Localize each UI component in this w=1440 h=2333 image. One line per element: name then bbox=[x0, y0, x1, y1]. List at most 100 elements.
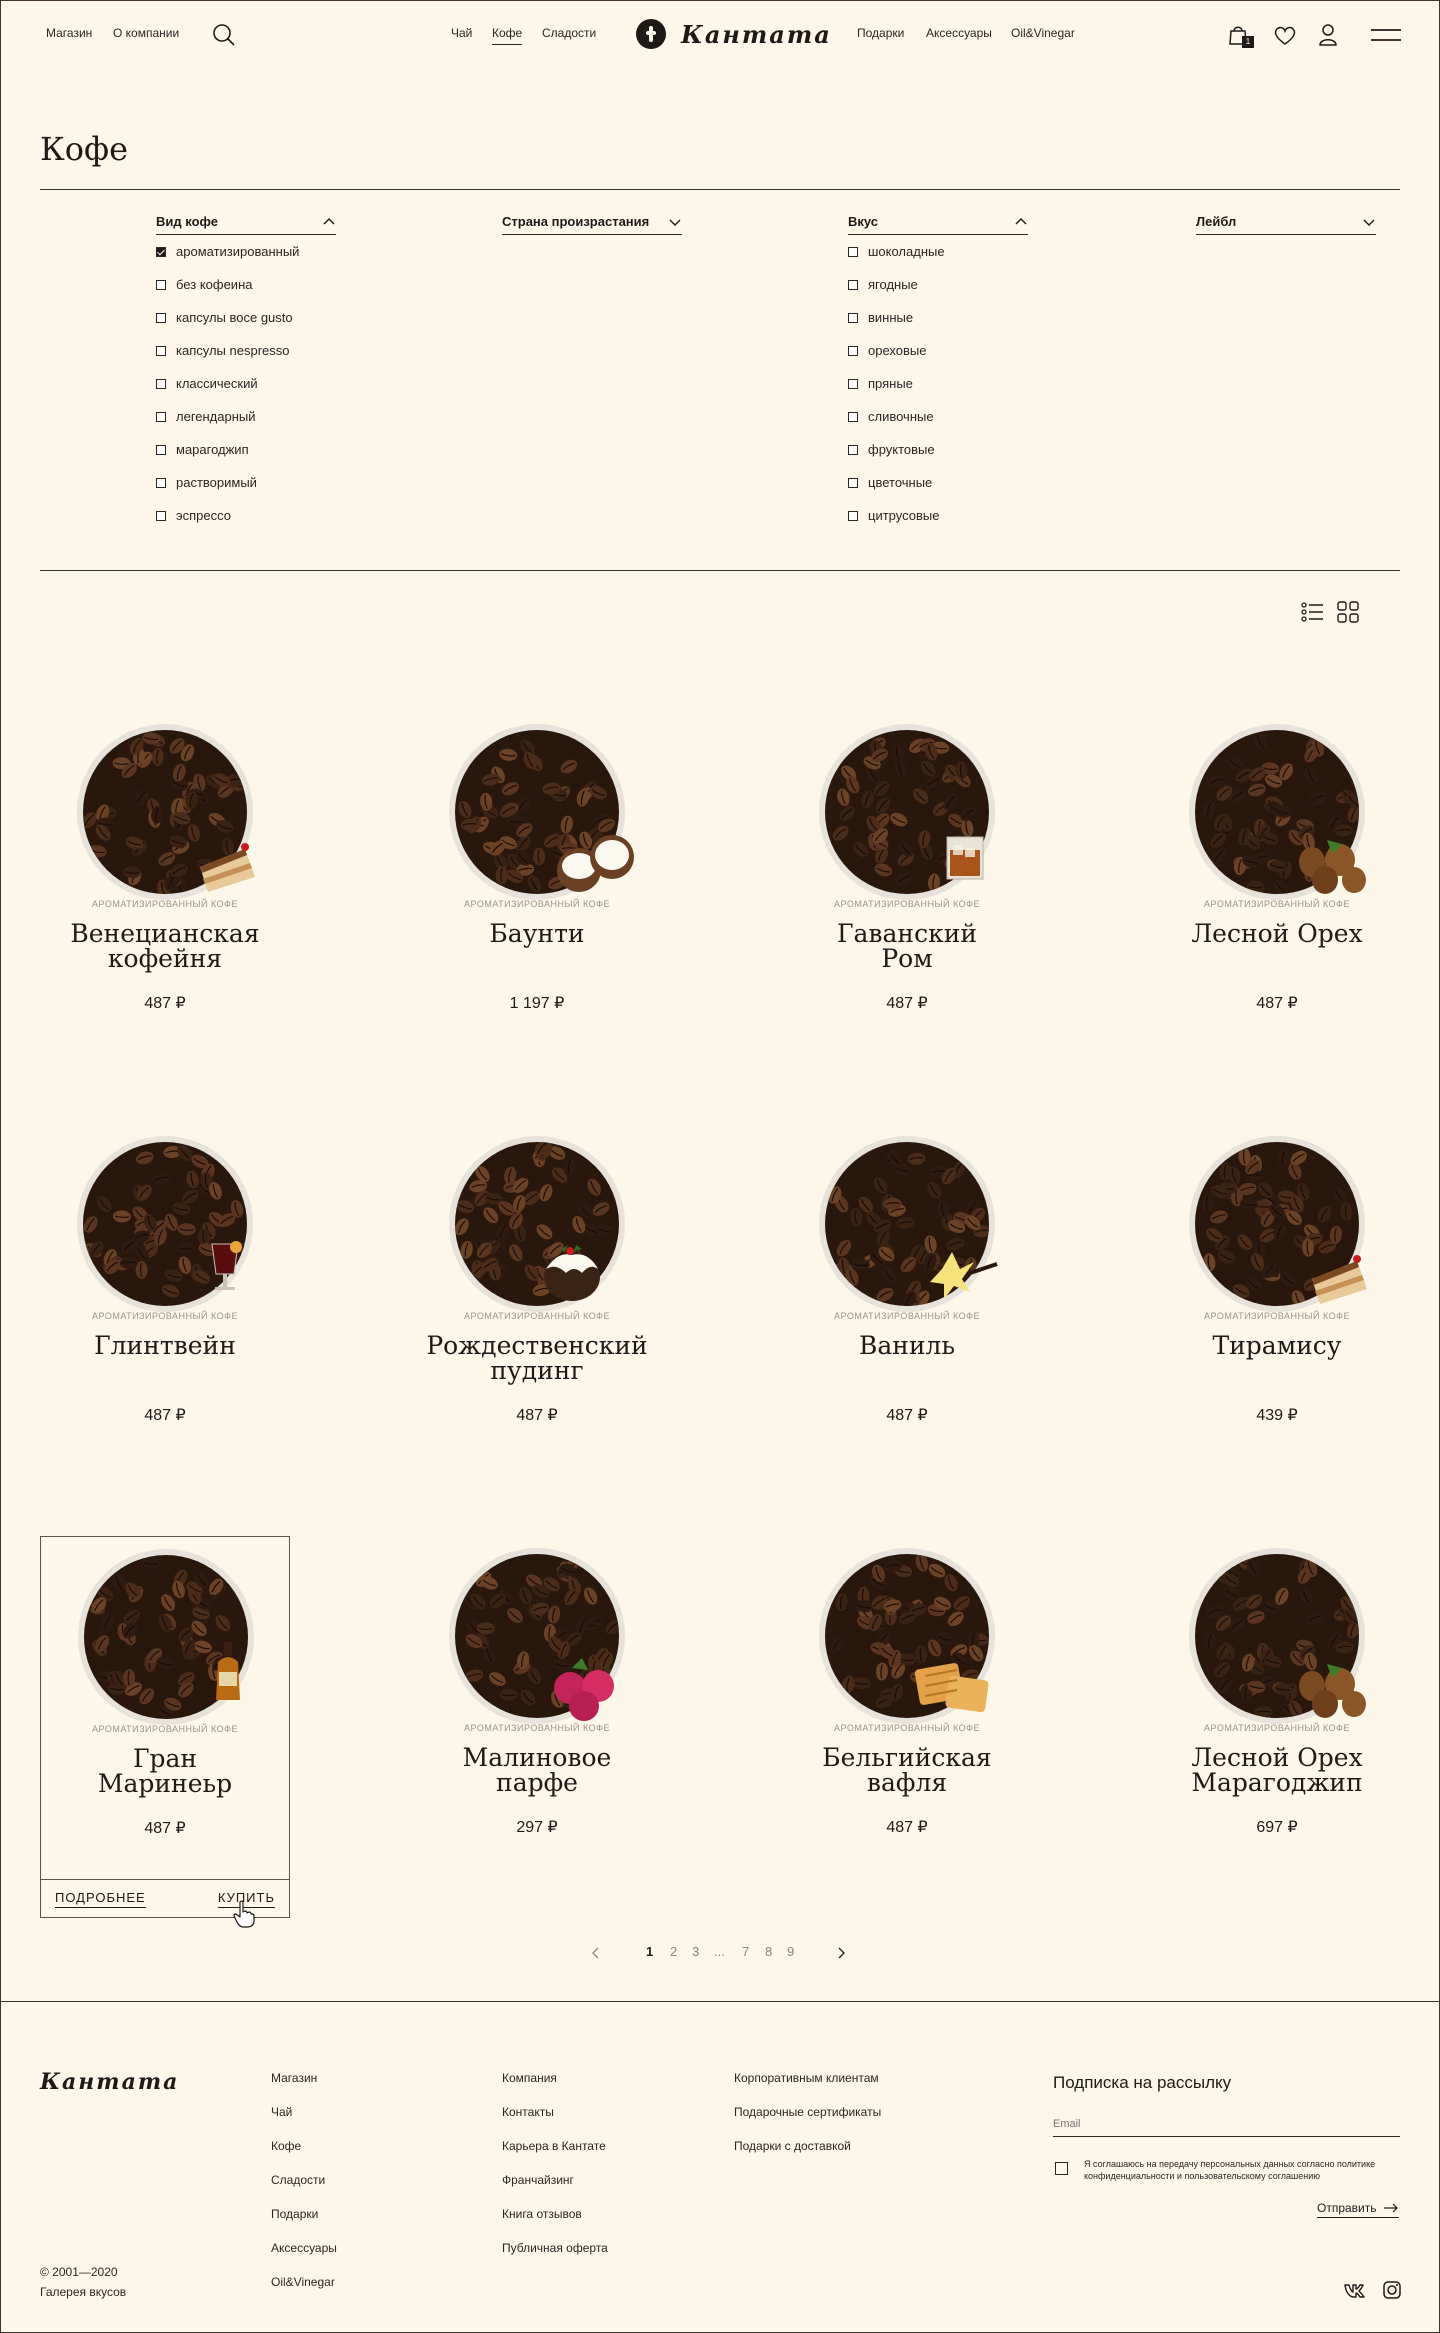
filter-option[interactable]: винные bbox=[848, 301, 1028, 334]
filter-dropdown[interactable]: Страна произрастания bbox=[502, 214, 682, 235]
filter-option[interactable]: шоколадные bbox=[848, 235, 1028, 268]
filter-option[interactable]: эспрессо bbox=[156, 499, 336, 532]
footer-link[interactable]: Франчайзинг bbox=[502, 2173, 608, 2207]
product-image[interactable] bbox=[75, 722, 295, 922]
favorites-heart-icon[interactable] bbox=[1270, 20, 1300, 50]
product-image[interactable] bbox=[817, 722, 1037, 922]
nav-oil-vinegar[interactable]: Oil&Vinegar bbox=[1011, 26, 1075, 40]
nav-about[interactable]: О компании bbox=[113, 26, 179, 40]
product-card[interactable]: Ароматизированный кофе Ваниль 487 ₽ bbox=[782, 1124, 1032, 1444]
prev-page-icon[interactable] bbox=[590, 1946, 602, 1960]
grid-view-icon[interactable] bbox=[1336, 600, 1360, 624]
filter-dropdown[interactable]: Лейбл bbox=[1196, 214, 1376, 235]
product-card[interactable]: Ароматизированный кофе Баунти 1 197 ₽ bbox=[412, 712, 662, 1032]
filter-option[interactable]: цитрусовые bbox=[848, 499, 1028, 532]
nav-accessories[interactable]: Аксессуары bbox=[926, 26, 992, 40]
filter-option[interactable]: сливочные bbox=[848, 400, 1028, 433]
footer-link[interactable]: Чай bbox=[271, 2105, 337, 2139]
filter-option[interactable]: легендарный bbox=[156, 400, 336, 433]
product-image[interactable] bbox=[75, 1134, 295, 1334]
product-card[interactable]: Ароматизированный кофе Гаванский Ром 487 … bbox=[782, 712, 1032, 1032]
filter-option[interactable]: ягодные bbox=[848, 268, 1028, 301]
product-name[interactable]: Гран Маринеьр bbox=[41, 1746, 289, 1796]
filter-checkbox[interactable] bbox=[156, 312, 166, 323]
vk-icon[interactable] bbox=[1343, 2279, 1365, 2301]
product-image[interactable] bbox=[76, 1547, 296, 1747]
filter-option[interactable]: пряные bbox=[848, 367, 1028, 400]
footer-link[interactable]: Кофе bbox=[271, 2139, 337, 2173]
footer-link[interactable]: Подарки bbox=[271, 2207, 337, 2241]
product-image[interactable] bbox=[1187, 722, 1407, 922]
product-card[interactable]: Ароматизированный кофе Лесной Орех Мараго… bbox=[1152, 1536, 1402, 1856]
next-page-icon[interactable] bbox=[835, 1946, 847, 1960]
filter-checkbox[interactable] bbox=[848, 345, 858, 356]
filter-option[interactable]: ореховые bbox=[848, 334, 1028, 367]
filter-option[interactable]: капсулы nespresso bbox=[156, 334, 336, 367]
filter-checkbox[interactable] bbox=[848, 510, 858, 521]
footer-link[interactable]: Магазин bbox=[271, 2071, 337, 2105]
footer-link[interactable]: Сладости bbox=[271, 2173, 337, 2207]
footer-link[interactable]: Публичная оферта bbox=[502, 2241, 608, 2275]
product-card[interactable]: Ароматизированный кофе Тирамису 439 ₽ bbox=[1152, 1124, 1402, 1444]
footer-link[interactable]: Подарочные сертификаты bbox=[734, 2105, 881, 2139]
filter-dropdown[interactable]: Вид кофе bbox=[156, 214, 336, 235]
subscribe-email-input[interactable] bbox=[1053, 2112, 1400, 2137]
nav-coffee[interactable]: Кофе bbox=[492, 26, 523, 45]
subscribe-send-button[interactable]: Отправить bbox=[1317, 2201, 1399, 2218]
consent-checkbox[interactable] bbox=[1055, 2162, 1068, 2175]
page-link[interactable]: 8 bbox=[765, 1944, 772, 1959]
product-name[interactable]: Тирамису bbox=[1152, 1333, 1402, 1358]
product-name[interactable]: Глинтвейн bbox=[40, 1333, 290, 1358]
filter-checkbox[interactable] bbox=[848, 411, 858, 422]
page-link[interactable]: 1 bbox=[646, 1944, 653, 1959]
filter-option[interactable]: марагоджип bbox=[156, 433, 336, 466]
filter-checkbox[interactable] bbox=[848, 444, 858, 455]
filter-checkbox[interactable] bbox=[848, 378, 858, 389]
nav-tea[interactable]: Чай bbox=[451, 26, 472, 40]
filter-checkbox[interactable] bbox=[848, 477, 858, 488]
footer-link[interactable]: Компания bbox=[502, 2071, 608, 2105]
filter-checkbox[interactable] bbox=[156, 444, 166, 455]
product-card[interactable]: Ароматизированный кофе Малиновое парфе 29… bbox=[412, 1536, 662, 1856]
product-image[interactable] bbox=[817, 1134, 1037, 1334]
user-account-icon[interactable] bbox=[1313, 20, 1343, 50]
product-image[interactable] bbox=[817, 1546, 1037, 1746]
footer-link[interactable]: Подарки с доставкой bbox=[734, 2139, 881, 2173]
filter-checkbox[interactable] bbox=[156, 345, 166, 356]
footer-link[interactable]: Карьера в Кантате bbox=[502, 2139, 608, 2173]
product-image[interactable] bbox=[447, 1546, 667, 1746]
filter-dropdown[interactable]: Вкус bbox=[848, 214, 1028, 235]
filter-checkbox[interactable] bbox=[156, 246, 166, 257]
footer-link[interactable]: Контакты bbox=[502, 2105, 608, 2139]
page-link[interactable]: 3 bbox=[692, 1944, 699, 1959]
product-name[interactable]: Венецианская кофейня bbox=[40, 921, 290, 971]
footer-logo[interactable]: Кантата bbox=[40, 2069, 179, 2095]
product-name[interactable]: Гаванский Ром bbox=[782, 921, 1032, 971]
footer-link[interactable]: Oil&Vinegar bbox=[271, 2275, 337, 2309]
product-name[interactable]: Малиновое парфе bbox=[412, 1745, 662, 1795]
page-link[interactable]: 9 bbox=[787, 1944, 794, 1959]
footer-link[interactable]: Книга отзывов bbox=[502, 2207, 608, 2241]
filter-option[interactable]: капсулы восе gusto bbox=[156, 301, 336, 334]
product-name[interactable]: Рождественский пудинг bbox=[412, 1333, 662, 1383]
product-card[interactable]: Ароматизированный кофе Бельгийская вафля … bbox=[782, 1536, 1032, 1856]
filter-checkbox[interactable] bbox=[848, 312, 858, 323]
product-name[interactable]: Лесной Орех bbox=[1152, 921, 1402, 946]
product-name[interactable]: Баунти bbox=[412, 921, 662, 946]
cart-button[interactable]: 1 bbox=[1225, 20, 1255, 50]
site-logo[interactable]: Кантата bbox=[681, 20, 832, 49]
filter-checkbox[interactable] bbox=[848, 246, 858, 257]
product-card[interactable]: Ароматизированный кофе Рождественский пуд… bbox=[412, 1124, 662, 1444]
filter-option[interactable]: ароматизированный bbox=[156, 235, 336, 268]
filter-option[interactable]: фруктовые bbox=[848, 433, 1028, 466]
logo-icon[interactable] bbox=[636, 19, 666, 49]
footer-link[interactable]: Аксессуары bbox=[271, 2241, 337, 2275]
filter-option[interactable]: цветочные bbox=[848, 466, 1028, 499]
details-button[interactable]: ПОДРОБНЕЕ bbox=[55, 1890, 146, 1908]
filter-checkbox[interactable] bbox=[156, 477, 166, 488]
footer-link[interactable]: Корпоративным клиентам bbox=[734, 2071, 881, 2105]
nav-shop[interactable]: Магазин bbox=[46, 26, 92, 40]
filter-option[interactable]: классический bbox=[156, 367, 336, 400]
product-card[interactable]: Ароматизированный кофе Лесной Орех 487 ₽ bbox=[1152, 712, 1402, 1032]
filter-checkbox[interactable] bbox=[156, 279, 166, 290]
